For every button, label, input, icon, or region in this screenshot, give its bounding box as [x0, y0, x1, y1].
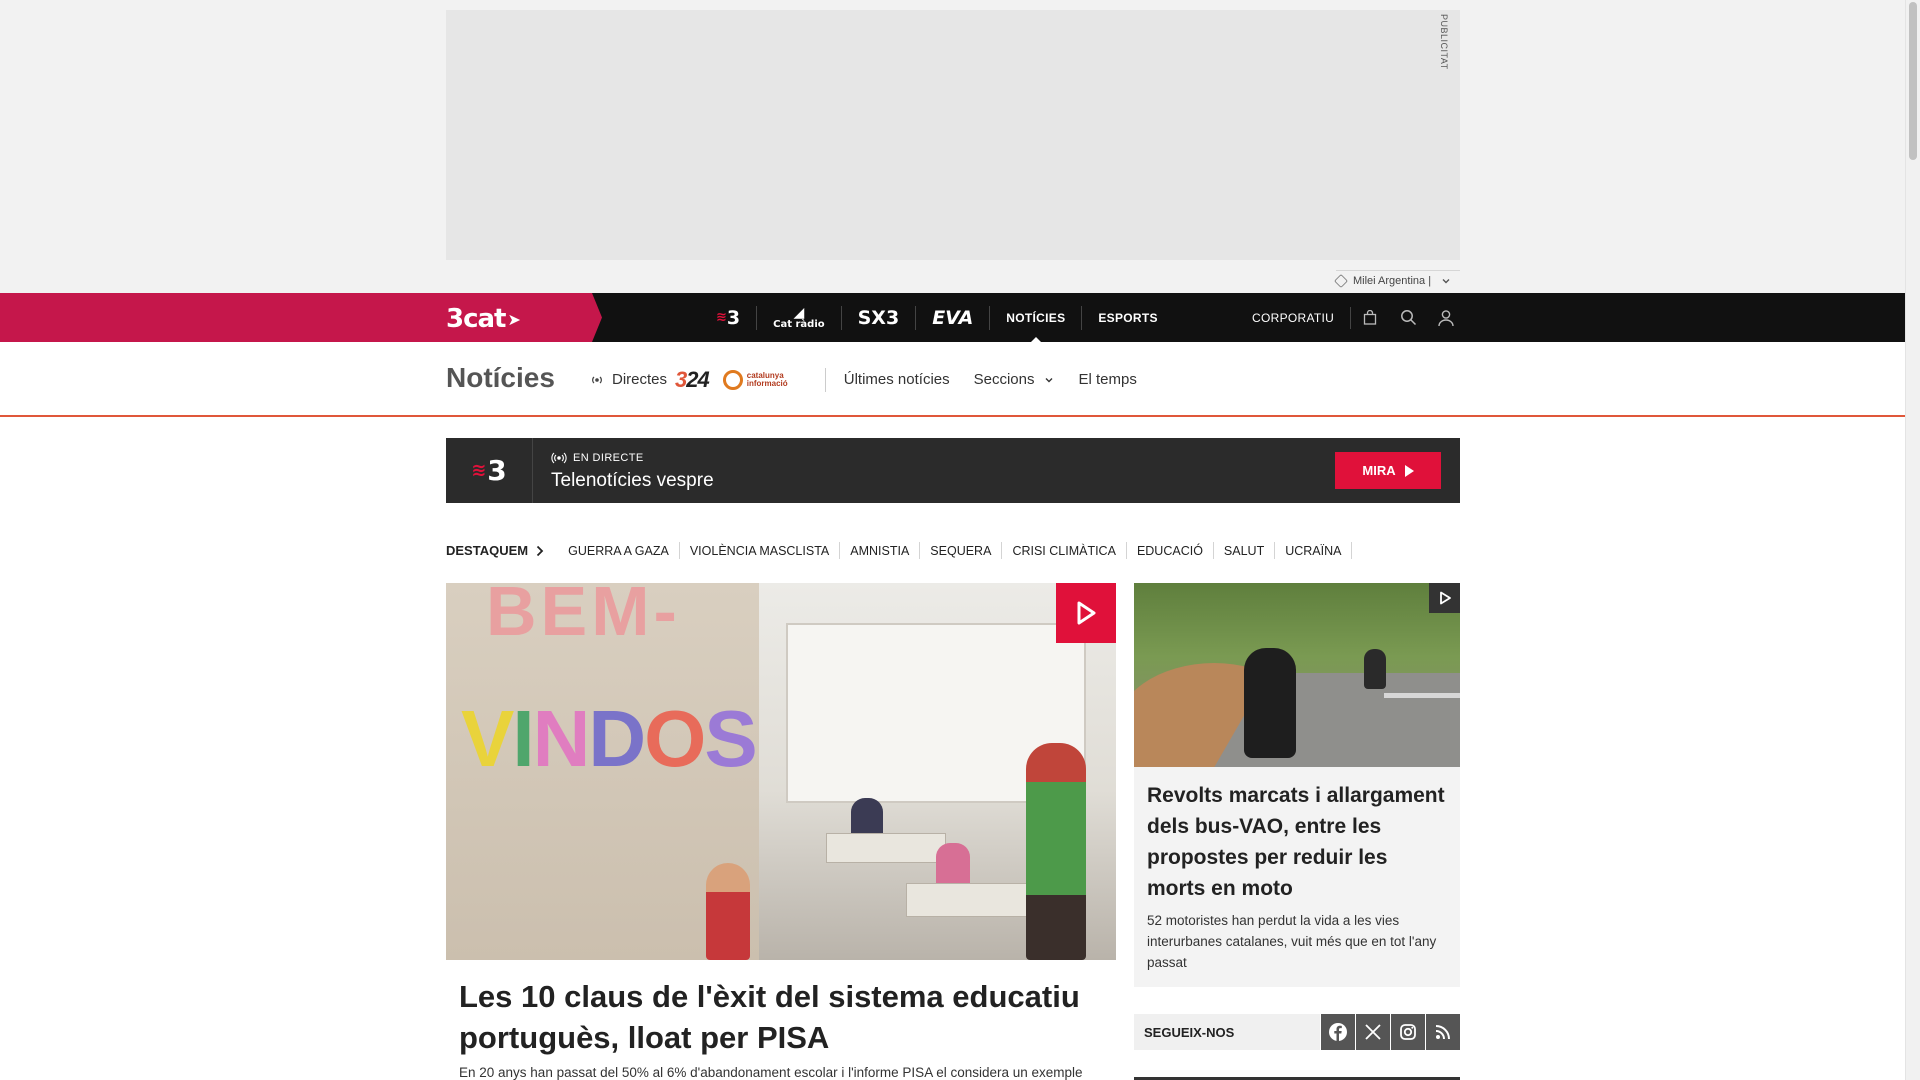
topic-tag[interactable]: AMNISTIA [840, 542, 921, 559]
nav-right: CORPORATIU [1240, 293, 1465, 342]
brand-logo-text: 3cat [446, 304, 506, 334]
featured-label[interactable]: DESTAQUEM [446, 543, 544, 558]
side-article-summary: 52 motoristes han perdut la vida a les v… [1147, 913, 1437, 970]
live-status-text: EN DIRECTE [573, 452, 644, 464]
topic-tag[interactable]: SALUT [1214, 542, 1276, 559]
ad-slot[interactable] [446, 10, 1460, 260]
play-icon [1404, 464, 1414, 477]
live-program-title[interactable]: Telenotícies vespre [551, 470, 714, 492]
instagram-icon[interactable] [1391, 1014, 1425, 1050]
video-play-button[interactable] [1429, 583, 1460, 613]
seccions-label: Seccions [973, 371, 1035, 388]
motorcycle-figure [1364, 649, 1386, 689]
live-status: EN DIRECTE [551, 452, 644, 464]
guardrail [1384, 693, 1460, 698]
wall-letter: S [704, 694, 757, 783]
top-navigation: 3cat ➤ ≋ 3 ◢ Cat ràdio SX3 EVA NOTÍCIES ESP… [0, 293, 1905, 343]
wall-letter: N [532, 694, 591, 783]
cartoon-boy-figure [706, 863, 750, 960]
page-scrollbar[interactable] [1905, 0, 1920, 1080]
wall-letter: I [512, 694, 534, 783]
trending-topic-label: Milei Argentina | [1353, 275, 1432, 287]
live-banner[interactable]: ≋ 3 EN DIRECTE Telenotícies vespre MIRA [446, 438, 1460, 503]
live-channel-label: 3 [487, 454, 507, 487]
watch-live-button[interactable]: MIRA [1335, 452, 1441, 489]
brand-logo[interactable]: 3cat ➤ [446, 304, 521, 334]
topic-tag[interactable]: EDUCACIÓ [1127, 542, 1214, 559]
wall-letter: V [461, 694, 514, 783]
logo-324[interactable]: 324 [675, 367, 710, 393]
catalunya-informacio-circle-icon [722, 369, 743, 390]
eva-logo-icon[interactable]: EVA [916, 305, 991, 330]
main-article-summary: En 20 anys han passat del 50% al 6% d'ab… [459, 1065, 1083, 1080]
play-icon [1077, 601, 1096, 625]
sx3-logo-icon[interactable]: SX3 [842, 305, 917, 330]
facebook-icon[interactable] [1321, 1014, 1355, 1050]
catradio-logo-label: Cat ràdio [773, 318, 825, 330]
main-article-title[interactable]: Les 10 claus de l'èxit del sistema educa… [459, 976, 1099, 1058]
live-broadcast-icon [551, 452, 567, 464]
wall-letter: D [588, 694, 646, 783]
follow-us-bar: SEGUEIX-NOS [1134, 1014, 1460, 1050]
tv3-logo-icon[interactable]: ≋ 3 [700, 305, 758, 330]
featured-topics: DESTAQUEM GUERRA A GAZA VIOLÈNCIA MASCLI… [446, 538, 1353, 563]
rss-icon[interactable] [1426, 1014, 1460, 1050]
wall-letter: O [644, 694, 706, 783]
live-broadcast-icon [590, 374, 604, 386]
nav-corporatiu[interactable]: CORPORATIU [1240, 306, 1352, 329]
channel-logo-tv3: ≋ 3 [446, 438, 533, 503]
side-article-image[interactable] [1134, 583, 1460, 767]
motorcycle-figure [1244, 648, 1296, 758]
chevron-right-icon [536, 545, 544, 556]
nav-esports[interactable]: ESPORTS [1081, 305, 1173, 330]
wall-letters-top: BEM- [486, 583, 681, 650]
trending-topic[interactable]: Milei Argentina | [1333, 270, 1460, 289]
page-title[interactable]: Notícies [446, 362, 555, 394]
video-play-button[interactable] [1056, 583, 1116, 643]
directes-link[interactable]: Directes [612, 371, 667, 388]
x-icon[interactable] [1356, 1014, 1390, 1050]
section-links: Directes 324 catalunya informació Últime… [590, 342, 1161, 417]
watch-live-label: MIRA [1362, 463, 1396, 478]
scrollbar-thumb[interactable] [1909, 2, 1917, 160]
side-article-card[interactable]: Revolts marcats i allargament dels bus-V… [1134, 583, 1460, 987]
main-article-image[interactable]: BEM- VINDOS [446, 583, 1116, 960]
shop-icon[interactable] [1351, 293, 1389, 342]
catalunya-informacio-logo[interactable]: catalunya informació [722, 369, 807, 390]
topic-tag[interactable]: UCRAÏNA [1275, 542, 1353, 559]
tag-icon [1333, 273, 1349, 289]
user-icon[interactable] [1427, 293, 1465, 342]
brand-arrow-icon: ➤ [507, 310, 520, 329]
nav-noticies[interactable]: NOTÍCIES [990, 306, 1081, 343]
teacher-figure [1026, 743, 1086, 960]
el-temps-link[interactable]: El temps [1079, 371, 1137, 388]
follow-us-label: SEGUEIX-NOS [1134, 1014, 1320, 1050]
topic-tag[interactable]: CRISI CLIMÀTICA [1002, 542, 1127, 559]
catradio-logo-icon[interactable]: ◢ Cat ràdio [757, 305, 842, 330]
featured-label-text: DESTAQUEM [446, 543, 529, 558]
tv3-waves-icon: ≋ [471, 460, 487, 481]
desk [906, 883, 1046, 917]
chevron-down-icon [1442, 279, 1450, 284]
channel-logos: ≋ 3 ◢ Cat ràdio SX3 EVA NOTÍCIES ESPORTS [700, 293, 1174, 343]
topic-tag[interactable]: GUERRA A GAZA [558, 542, 680, 559]
search-icon[interactable] [1389, 293, 1427, 342]
seccions-dropdown[interactable]: Seccions [974, 371, 1055, 388]
ultimes-noticies-link[interactable]: Últimes notícies [844, 371, 950, 388]
play-icon [1439, 591, 1451, 605]
desk [826, 833, 946, 863]
side-article-title[interactable]: Revolts marcats i allargament dels bus-V… [1147, 780, 1447, 904]
topic-tag[interactable]: SEQUERA [920, 542, 1003, 559]
tv3-logo-label: 3 [726, 306, 741, 329]
section-header: Notícies Directes 324 catalunya informac… [0, 342, 1905, 417]
chevron-down-icon [1045, 377, 1052, 382]
topic-tag[interactable]: VIOLÈNCIA MASCLISTA [680, 542, 841, 559]
catalunya-informacio-label: catalunya informació [746, 370, 788, 388]
wall-letters-bottom: VINDOS [461, 693, 758, 785]
ad-label: PUBLICITAT [1439, 14, 1449, 70]
divider [824, 367, 826, 392]
ad-band: PUBLICITAT Milei Argentina | [0, 0, 1905, 293]
